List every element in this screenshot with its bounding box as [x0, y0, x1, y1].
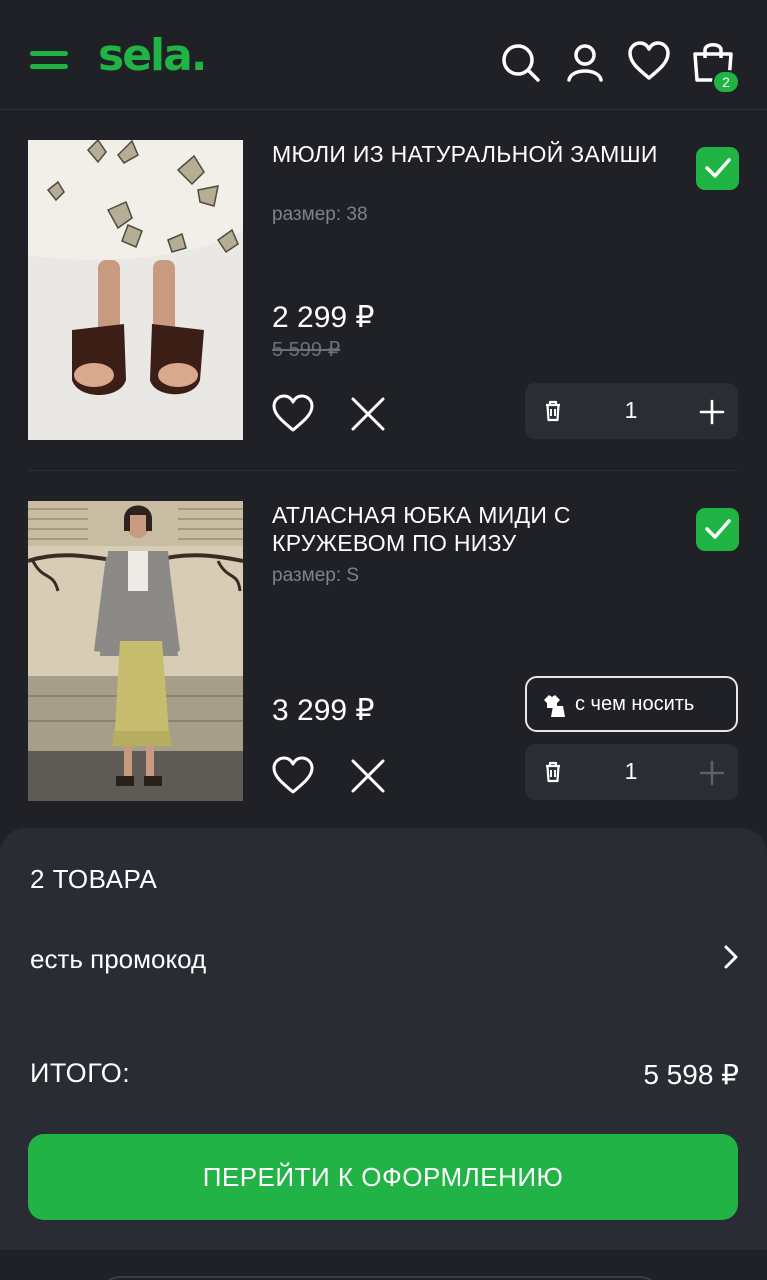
logo[interactable]: sela.	[98, 30, 208, 81]
order-summary-panel: 2 ТОВАРА есть промокод ИТОГО: 5 598 ₽ ПЕ…	[0, 828, 767, 1280]
promo-code-label: есть промокод	[30, 944, 207, 974]
divider	[28, 470, 738, 471]
chevron-right-icon	[716, 942, 746, 977]
remove-close-icon[interactable]	[346, 392, 390, 436]
favorite-heart-icon[interactable]	[271, 754, 315, 798]
plus-icon[interactable]	[683, 383, 739, 439]
total-label: ИТОГО:	[30, 1058, 131, 1088]
product-size: размер: S	[272, 565, 360, 586]
checkmark-icon	[705, 519, 731, 539]
checkout-button[interactable]: ПЕРЕЙТИ К ОФОРМЛЕНИЮ	[28, 1134, 738, 1220]
bottom-pill	[100, 1276, 660, 1280]
favorite-heart-icon[interactable]	[271, 392, 315, 436]
header: sela. 2	[0, 0, 767, 110]
trash-icon[interactable]	[525, 744, 581, 800]
product-title[interactable]: МЮЛИ ИЗ НАТУРАЛЬНОЙ ЗАМШИ	[272, 140, 662, 168]
product-price: 3 299 ₽	[272, 694, 375, 727]
select-checkbox[interactable]	[696, 508, 739, 551]
checkout-label: ПЕРЕЙТИ К ОФОРМЛЕНИЮ	[202, 1162, 564, 1192]
product-price: 2 299 ₽	[272, 301, 375, 334]
heart-icon[interactable]	[627, 40, 671, 84]
quantity-stepper: 1	[525, 744, 738, 800]
search-icon[interactable]	[498, 40, 542, 84]
checkmark-icon	[705, 158, 731, 178]
total-value: 5 598 ₽	[643, 1059, 739, 1090]
what-to-wear-button[interactable]: с чем носить	[525, 676, 738, 732]
cart-count-badge: 2	[712, 70, 740, 94]
menu-icon[interactable]	[30, 48, 70, 72]
bottom-bar	[0, 1250, 767, 1280]
quantity-value: 1	[624, 397, 638, 423]
user-icon[interactable]	[563, 40, 607, 84]
what-to-wear-label: с чем носить	[575, 693, 695, 715]
promo-code-row[interactable]: есть промокод	[0, 928, 767, 988]
product-old-price: 5 599 ₽	[272, 339, 341, 361]
quantity-stepper: 1	[525, 383, 738, 439]
remove-close-icon[interactable]	[346, 754, 390, 798]
trash-icon[interactable]	[525, 383, 581, 439]
product-image-mules[interactable]	[28, 140, 243, 440]
outfit-icon	[541, 692, 567, 723]
product-title[interactable]: АТЛАСНАЯ ЮБКА МИДИ С КРУЖЕВОМ ПО НИЗУ	[272, 501, 662, 557]
select-checkbox[interactable]	[696, 147, 739, 190]
product-size: размер: 38	[272, 204, 368, 225]
quantity-value: 1	[624, 758, 638, 784]
plus-icon[interactable]	[683, 744, 739, 800]
product-image-skirt[interactable]	[28, 501, 243, 801]
items-count: 2 ТОВАРА	[30, 864, 158, 894]
